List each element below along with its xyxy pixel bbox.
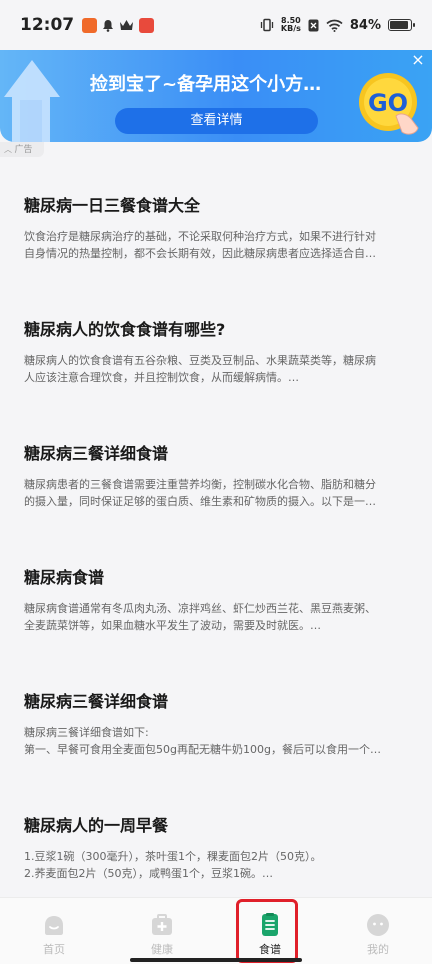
status-bar: 12:07 8.50 KB/s 84% bbox=[0, 0, 432, 50]
arrow-graphic bbox=[4, 60, 60, 142]
article-item-1[interactable]: 糖尿病一日三餐食谱大全 饮食治疗是糖尿病治疗的基础，不论采取何种治疗方式，如果不… bbox=[0, 192, 432, 262]
tab-health-label: 健康 bbox=[151, 943, 173, 956]
battery-percent: 84% bbox=[349, 17, 381, 33]
article-item-4[interactable]: 糖尿病食谱 糖尿病食谱通常有冬瓜肉丸汤、凉拌鸡丝、虾仁炒西兰花、黑豆燕麦粥、 全… bbox=[0, 564, 432, 634]
profile-icon bbox=[367, 914, 389, 936]
article-summary: 糖尿病食谱通常有冬瓜肉丸汤、凉拌鸡丝、虾仁炒西兰花、黑豆燕麦粥、 全麦蔬菜饼等，… bbox=[24, 602, 376, 632]
health-kit-icon bbox=[152, 914, 172, 935]
article-item-2[interactable]: 糖尿病人的饮食食谱有哪些? 糖尿病人的饮食食谱有五谷杂粮、豆类及豆制品、水果蔬菜… bbox=[0, 316, 432, 386]
battery-icon bbox=[388, 19, 415, 31]
app-notification-icon bbox=[82, 17, 98, 33]
article-summary: 糖尿病人的饮食食谱有五谷杂粮、豆类及豆制品、水果蔬菜类等，糖尿病 人应该注意合理… bbox=[24, 354, 376, 384]
tab-health[interactable]: 健康 bbox=[108, 898, 216, 964]
net-speed: 8.50 KB/s bbox=[280, 16, 301, 33]
home-icon bbox=[45, 916, 63, 935]
article-summary: 1.豆浆1碗（300毫升），茶叶蛋1个，稞麦面包2片（50克）。 2.荞麦面包2… bbox=[24, 850, 322, 880]
article-summary: 糖尿病三餐详细食谱如下: 第一、早餐可食用全麦面包50g再配无糖牛奶100g，餐… bbox=[24, 726, 381, 756]
tab-home-label: 首页 bbox=[43, 943, 65, 956]
article-summary: 饮食治疗是糖尿病治疗的基础，不论采取何种治疗方式，如果不进行针对 自身情况的热量… bbox=[24, 230, 376, 260]
nfc-icon bbox=[308, 19, 319, 31]
article-title: 糖尿病三餐详细食谱 bbox=[24, 692, 169, 711]
bottom-nav: 首页 健康 食谱 我的 bbox=[0, 897, 432, 964]
selection-highlight bbox=[236, 899, 298, 963]
ad-banner[interactable]: 捡到宝了~备孕用这个小方… 查看详情 GO × bbox=[0, 50, 432, 142]
home-indicator bbox=[130, 958, 302, 962]
app-badge-icon bbox=[139, 17, 155, 33]
vibrate-icon bbox=[260, 18, 274, 32]
article-item-5[interactable]: 糖尿病三餐详细食谱 糖尿病三餐详细食谱如下: 第一、早餐可食用全麦面包50g再配… bbox=[0, 688, 432, 758]
tab-mine-label: 我的 bbox=[367, 943, 389, 956]
article-title: 糖尿病人的一周早餐 bbox=[24, 816, 169, 835]
tab-mine[interactable]: 我的 bbox=[324, 898, 432, 964]
article-item-3[interactable]: 糖尿病三餐详细食谱 糖尿病患者的三餐食谱需要注重营养均衡，控制碳水化合物、脂肪和… bbox=[0, 440, 432, 510]
ad-tag: ︿ 广告 bbox=[0, 142, 44, 157]
article-item-6[interactable]: 糖尿病人的一周早餐 1.豆浆1碗（300毫升），茶叶蛋1个，稞麦面包2片（50克… bbox=[0, 812, 432, 882]
article-summary: 糖尿病患者的三餐食谱需要注重营养均衡，控制碳水化合物、脂肪和糖分 的摄入量，同时… bbox=[24, 478, 376, 508]
bell-icon bbox=[103, 19, 114, 32]
go-text: GO bbox=[368, 89, 408, 117]
ad-cta-button[interactable]: 查看详情 bbox=[115, 108, 318, 134]
eye-icon: ︿ bbox=[4, 145, 15, 154]
ad-headline: 捡到宝了~备孕用这个小方… bbox=[90, 74, 322, 95]
article-title: 糖尿病食谱 bbox=[24, 568, 105, 587]
wifi-icon bbox=[326, 19, 343, 32]
article-title: 糖尿病三餐详细食谱 bbox=[24, 444, 169, 463]
status-time: 12:07 bbox=[20, 15, 75, 35]
close-icon[interactable]: × bbox=[410, 52, 426, 68]
article-title: 糖尿病一日三餐食谱大全 bbox=[24, 196, 201, 215]
go-badge-icon: GO bbox=[359, 73, 419, 135]
tab-home[interactable]: 首页 bbox=[0, 898, 108, 964]
crown-icon bbox=[120, 20, 134, 30]
article-title: 糖尿病人的饮食食谱有哪些? bbox=[24, 320, 226, 339]
